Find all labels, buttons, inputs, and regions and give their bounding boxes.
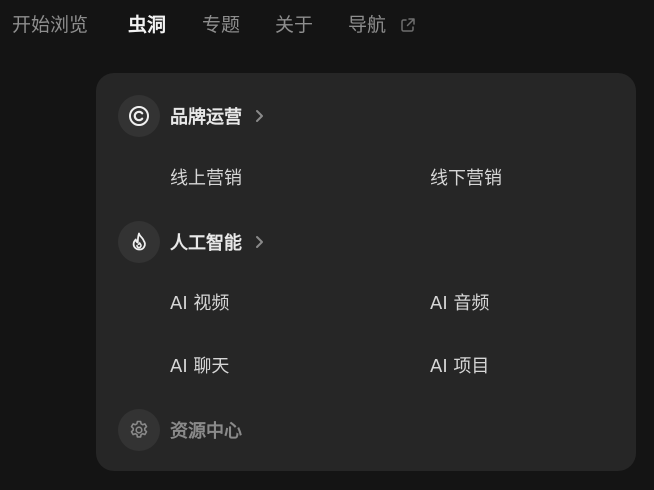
chevron-right-icon [256,236,263,248]
group-artificial-intelligence[interactable]: 人工智能 [118,221,266,263]
menu-item-ai-project[interactable]: AI 项目 [430,355,489,379]
flame-icon [118,221,160,263]
menu-item-offline-marketing[interactable]: 线下营销 [430,167,502,191]
chevron-right-icon [256,110,263,122]
nav-item-browse[interactable]: 开始浏览 [12,12,88,38]
wormhole-dropdown-panel: 品牌运营 线上营销 线下营销 人工智能 AI 视频 AI 音频 AI 聊天 AI… [96,73,636,471]
group-brand-operations[interactable]: 品牌运营 [118,95,266,137]
top-nav: 开始浏览 虫洞 专题 关于 导航 [0,0,654,52]
menu-item-ai-chat[interactable]: AI 聊天 [170,355,229,379]
group-title-resource-center: 资源中心 [170,421,242,442]
group-title-brand-operations: 品牌运营 [170,107,242,128]
copyright-icon [118,95,160,137]
gear-icon [118,409,160,451]
menu-item-online-marketing[interactable]: 线上营销 [170,167,242,191]
menu-item-ai-audio[interactable]: AI 音频 [430,292,489,316]
group-resource-center[interactable]: 资源中心 [118,409,242,451]
nav-item-wormhole[interactable]: 虫洞 [128,12,166,38]
nav-item-about[interactable]: 关于 [275,12,313,38]
external-link-icon [401,18,415,32]
group-title-artificial-intelligence: 人工智能 [170,233,242,254]
nav-item-topics[interactable]: 专题 [202,12,240,38]
nav-item-navigation[interactable]: 导航 [348,12,416,38]
nav-item-navigation-label: 导航 [348,14,387,36]
menu-item-ai-video[interactable]: AI 视频 [170,292,229,316]
